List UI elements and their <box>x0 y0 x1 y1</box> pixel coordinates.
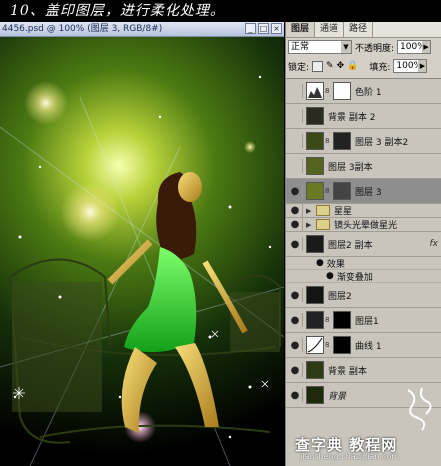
curves-adjustment-icon <box>306 336 324 354</box>
layer-group-row[interactable]: ● ▶ 星星 <box>286 203 441 218</box>
layer-row[interactable]: 图层 3副本 <box>286 154 441 179</box>
gradient-eye-icon[interactable]: ● <box>326 271 334 281</box>
opacity-label: 不透明度: <box>355 43 395 54</box>
gradient-overlay-label: 渐变叠加 <box>336 272 373 283</box>
lock-label: 锁定: <box>288 62 310 73</box>
blend-mode-select[interactable]: 正常 ▼ <box>288 40 352 54</box>
layer-name[interactable]: 色阶 1 <box>355 85 382 98</box>
visibility-toggle[interactable] <box>288 159 303 173</box>
eye-icon[interactable]: ● <box>288 313 303 327</box>
fill-label: 填充: <box>369 62 391 73</box>
close-button[interactable]: × <box>271 23 282 34</box>
layer-thumb <box>306 157 324 175</box>
folder-icon <box>316 205 330 216</box>
tab-paths[interactable]: 路径 <box>344 22 374 37</box>
link-icon: 8 <box>325 341 330 349</box>
layer-thumb <box>306 132 324 150</box>
lock-brush-icon[interactable]: ✎ <box>326 61 334 71</box>
opacity-arrow-icon[interactable]: ▶ <box>422 41 431 53</box>
watermark-url: jiaocheng.chazidian.com <box>300 452 400 461</box>
layer-mask-thumb[interactable] <box>333 336 351 354</box>
gradient-overlay-row[interactable]: ● 渐变叠加 <box>286 270 441 283</box>
layer-row[interactable]: ● 8 曲线 1 <box>286 333 441 358</box>
tab-layers[interactable]: 图层 <box>286 22 316 37</box>
layer-row[interactable]: ● 图层2 <box>286 283 441 308</box>
layer-name[interactable]: 图层 3副本 <box>328 160 373 173</box>
lock-move-icon[interactable]: ✥ <box>337 61 345 71</box>
layer-group-row[interactable]: ● ▶ 镜头光晕做星光 <box>286 217 441 232</box>
layer-thumb <box>306 361 324 379</box>
folder-icon <box>316 219 330 230</box>
eye-icon[interactable]: ● <box>288 237 303 251</box>
layer-row[interactable]: ● 图层2 副本 fx <box>286 232 441 257</box>
layer-row[interactable]: ● 8 图层1 <box>286 308 441 333</box>
layer-name[interactable]: 背景 副本 <box>328 364 367 377</box>
document-titlebar[interactable]: 4456.psd @ 100% (图层 3, RGB/8#) _ □ × <box>0 22 284 37</box>
levels-adjustment-icon <box>306 82 324 100</box>
visibility-toggle[interactable] <box>288 109 303 123</box>
layer-name[interactable]: 背景 副本 2 <box>328 110 375 123</box>
visibility-toggle[interactable] <box>288 84 303 98</box>
layer-name[interactable]: 镜头光晕做星光 <box>334 218 397 231</box>
layer-name[interactable]: 图层 3 <box>355 185 382 198</box>
link-icon: 8 <box>325 137 330 145</box>
layer-row[interactable]: ● 背景 副本 <box>286 358 441 383</box>
layer-mask-thumb[interactable] <box>333 182 351 200</box>
layer-row[interactable]: 8 色阶 1 <box>286 79 441 104</box>
canvas-artwork <box>0 75 284 466</box>
blend-mode-value: 正常 <box>291 42 310 52</box>
layer-name[interactable]: 背景 <box>328 389 346 402</box>
eye-icon[interactable]: ● <box>288 203 303 218</box>
document-title: 4456.psd @ 100% (图层 3, RGB/8#) <box>2 24 163 34</box>
eye-icon[interactable]: ● <box>288 217 303 232</box>
minimize-button[interactable]: _ <box>245 23 256 34</box>
link-icon: 8 <box>325 87 330 95</box>
eye-icon[interactable]: ● <box>288 288 303 302</box>
visibility-toggle[interactable] <box>288 134 303 148</box>
layer-thumb <box>306 311 324 329</box>
effects-row[interactable]: ● 效果 <box>286 257 441 270</box>
layer-name[interactable]: 图层1 <box>355 314 379 327</box>
layer-mask-thumb[interactable] <box>333 311 351 329</box>
eye-icon[interactable]: ● <box>288 184 303 198</box>
fx-icon[interactable]: fx <box>430 239 439 249</box>
layer-name[interactable]: 图层2 副本 <box>328 238 373 251</box>
layer-thumb <box>306 386 324 404</box>
maximize-button[interactable]: □ <box>258 23 269 34</box>
eye-icon[interactable]: ● <box>288 363 303 377</box>
link-icon: 8 <box>325 187 330 195</box>
layer-mask-thumb[interactable] <box>333 82 351 100</box>
lock-transparency-icon[interactable] <box>312 60 324 72</box>
palette-tabs: 图层 通道 路径 <box>286 22 441 38</box>
chevron-down-icon: ▼ <box>341 41 351 53</box>
fill-arrow-icon[interactable]: ▶ <box>418 60 427 72</box>
image-canvas[interactable] <box>0 37 284 466</box>
expand-triangle-icon[interactable]: ▶ <box>306 221 314 229</box>
layer-thumb <box>306 235 324 253</box>
layer-name[interactable]: 图层 3 副本2 <box>355 135 408 148</box>
lock-all-icon[interactable]: 🔒 <box>347 61 358 71</box>
signature-mark <box>407 387 432 431</box>
step-title: 10、盖印图层，进行柔化处理。 <box>0 0 441 22</box>
link-icon: 8 <box>325 316 330 324</box>
document-window: 4456.psd @ 100% (图层 3, RGB/8#) _ □ × <box>0 22 284 466</box>
layer-thumb <box>306 286 324 304</box>
layer-thumb <box>306 182 324 200</box>
tab-channels[interactable]: 通道 <box>315 22 345 37</box>
opacity-field[interactable]: 100% ▶ <box>397 40 432 54</box>
effects-label: 效果 <box>326 259 345 270</box>
layer-row[interactable]: 8 图层 3 副本2 <box>286 129 441 154</box>
fill-field[interactable]: 100% ▶ <box>393 59 428 73</box>
eye-icon[interactable]: ● <box>288 388 303 402</box>
layer-name[interactable]: 曲线 1 <box>355 339 382 352</box>
eye-icon[interactable]: ● <box>288 338 303 352</box>
layer-thumb <box>306 107 324 125</box>
layer-mask-thumb[interactable] <box>333 132 351 150</box>
layer-row[interactable]: 背景 副本 2 <box>286 104 441 129</box>
layer-name[interactable]: 图层2 <box>328 289 352 302</box>
layer-row-active[interactable]: ● 8 图层 3 <box>286 179 441 204</box>
layer-name[interactable]: 星星 <box>334 204 352 217</box>
expand-triangle-icon[interactable]: ▶ <box>306 207 314 215</box>
effects-eye-icon[interactable]: ● <box>316 258 324 268</box>
